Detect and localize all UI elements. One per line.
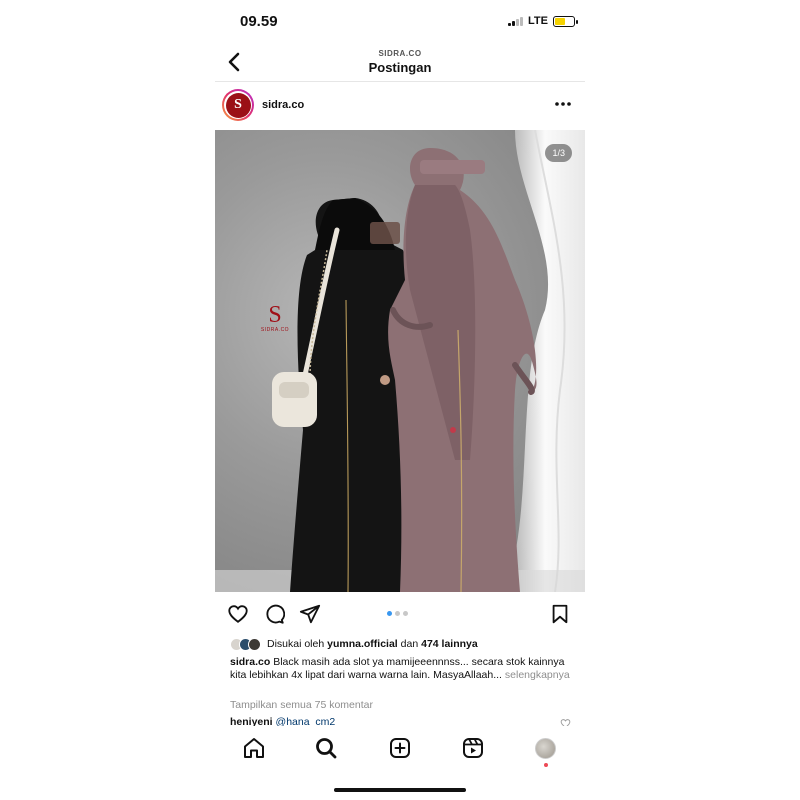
network-label: LTE [528, 15, 548, 27]
watermark-letter: S [268, 302, 282, 328]
carousel-dot [387, 611, 392, 616]
avatar[interactable]: S [222, 89, 254, 121]
watermark-logo: S SIDRA.CO [260, 303, 290, 333]
post-image[interactable]: S SIDRA.CO 1/3 [215, 130, 585, 592]
status-indicators: LTE [508, 15, 578, 27]
liker-avatar [248, 637, 261, 651]
carousel-dot [403, 611, 408, 616]
post-caption: sidra.co Black masih ada slot ya mamijee… [230, 656, 575, 682]
page-title: Postingan [368, 60, 432, 75]
account-subtitle: SIDRA.CO [378, 49, 422, 58]
comment-icon [266, 604, 286, 624]
tab-create[interactable] [388, 736, 412, 760]
home-indicator[interactable] [334, 788, 466, 792]
view-all-comments-link[interactable]: Tampilkan semua 75 komentar [230, 699, 373, 711]
post-header: S sidra.co [215, 86, 585, 126]
status-bar: 09.59 LTE [215, 0, 585, 44]
home-icon [244, 738, 264, 758]
save-button[interactable] [549, 603, 571, 625]
notification-dot [544, 763, 548, 767]
tab-search[interactable] [314, 736, 338, 760]
send-icon [299, 604, 321, 624]
more-options-button[interactable] [553, 96, 573, 112]
likes-user[interactable]: yumna.official [327, 638, 398, 650]
bookmark-icon [552, 604, 568, 624]
photo-illustration [215, 130, 585, 592]
likes-summary[interactable]: Disukai oleh yumna.official dan 474 lain… [230, 636, 575, 652]
tab-home[interactable] [242, 736, 266, 760]
create-icon [390, 738, 410, 758]
signal-icon [508, 16, 524, 26]
tab-reels[interactable] [461, 736, 485, 760]
tab-profile-avatar[interactable] [535, 738, 556, 759]
slide-counter: 1/3 [545, 144, 572, 162]
avatar-logo: S [225, 92, 251, 118]
share-button[interactable] [299, 603, 321, 625]
bottom-tab-bar [215, 726, 585, 770]
more-horizontal-icon [555, 102, 571, 106]
post-actions [215, 600, 585, 628]
caption-more-link[interactable]: selengkapnya [505, 669, 570, 681]
nav-header: SIDRA.CO Postingan [215, 44, 585, 82]
post-username[interactable]: sidra.co [262, 99, 304, 111]
carousel-dot [395, 611, 400, 616]
like-button[interactable] [227, 603, 249, 625]
watermark-text: SIDRA.CO [260, 327, 290, 333]
liker-avatars [230, 637, 261, 651]
carousel-indicator [387, 611, 408, 616]
likes-prefix: Disukai oleh [267, 638, 325, 650]
battery-icon [553, 15, 578, 27]
likes-connector: dan [400, 638, 419, 650]
search-icon [316, 738, 337, 759]
reels-icon [463, 738, 483, 758]
comment-button[interactable] [263, 603, 286, 625]
heart-icon [228, 605, 248, 623]
likes-count[interactable]: 474 lainnya [421, 638, 478, 650]
status-time: 09.59 [240, 13, 278, 30]
caption-username[interactable]: sidra.co [230, 656, 270, 668]
